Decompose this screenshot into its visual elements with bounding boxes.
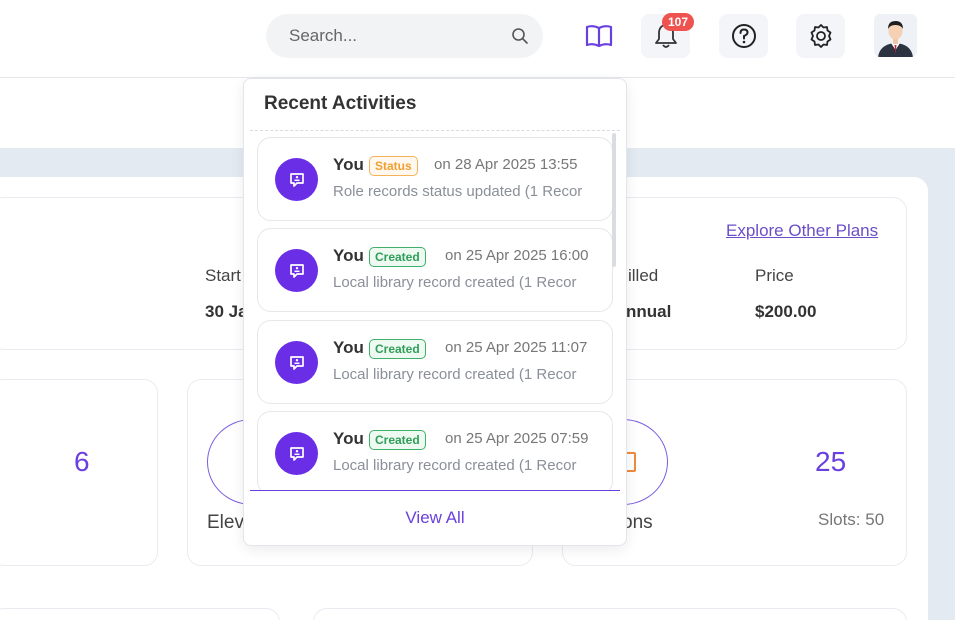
- settings-icon: [810, 24, 831, 48]
- activity-time: on 25 Apr 2025 16:00: [445, 247, 589, 264]
- activity-tag: Created: [369, 339, 426, 359]
- activity-icon: [275, 341, 318, 384]
- search-icon[interactable]: [511, 27, 529, 45]
- activity-time: on 28 Apr 2025 13:55: [434, 156, 578, 173]
- stat-card-3-value: 25: [815, 446, 847, 477]
- message-icon: [289, 172, 304, 187]
- stat-card-2-label: Elev: [207, 512, 244, 533]
- price-value: $200.00: [755, 302, 817, 321]
- user-avatar[interactable]: [874, 14, 917, 57]
- avatar-image: [874, 14, 917, 57]
- activity-description: Role records status updated (1 Recor: [333, 183, 583, 200]
- activity-description: Local library record created (1 Recor: [333, 274, 577, 291]
- activity-icon: [275, 249, 318, 292]
- activity-user: You: [333, 246, 364, 265]
- top-bar: 107: [0, 0, 955, 78]
- activity-user: You: [333, 155, 364, 174]
- activity-item[interactable]: You Created on 25 Apr 2025 07:59 Local l…: [257, 411, 613, 490]
- activity-icon: [275, 432, 318, 475]
- dropdown-title: Recent Activities: [264, 93, 417, 114]
- message-icon: [289, 263, 304, 278]
- explore-plans-link[interactable]: Explore Other Plans: [726, 221, 878, 241]
- activity-tag: Status: [369, 156, 418, 176]
- activity-tag: Created: [369, 247, 426, 267]
- help-icon: [731, 24, 756, 48]
- message-icon: [289, 446, 304, 461]
- scrollbar[interactable]: [612, 133, 616, 267]
- activity-user: You: [333, 429, 364, 448]
- bottom-card-1: [0, 608, 280, 620]
- message-icon: [289, 355, 304, 370]
- activity-description: Local library record created (1 Recor: [333, 366, 577, 383]
- activity-time: on 25 Apr 2025 11:07: [445, 339, 588, 356]
- settings-button[interactable]: [796, 14, 845, 58]
- price-label: Price: [755, 266, 794, 285]
- activity-item[interactable]: You Created on 25 Apr 2025 11:07 Local l…: [257, 320, 613, 404]
- activity-description: Local library record created (1 Recor: [333, 457, 577, 474]
- start-label: Start: [205, 266, 241, 285]
- recent-activities-dropdown: Recent Activities You Status on 28 Apr 2…: [243, 78, 627, 546]
- billed-value: nnual: [626, 302, 672, 321]
- bottom-card-2: [313, 608, 907, 620]
- search-input[interactable]: [289, 26, 489, 46]
- book-icon: [585, 25, 613, 48]
- divider: [250, 490, 620, 491]
- activity-item[interactable]: You Created on 25 Apr 2025 16:00 Local l…: [257, 228, 613, 312]
- notification-badge: 107: [662, 13, 695, 31]
- activity-time: on 25 Apr 2025 07:59: [445, 430, 589, 447]
- help-button[interactable]: [719, 14, 768, 58]
- activity-icon: [275, 158, 318, 201]
- start-value: 30 Ja: [205, 302, 248, 321]
- activity-list[interactable]: You Status on 28 Apr 2025 13:55 Role rec…: [244, 137, 628, 490]
- divider: [250, 130, 620, 131]
- stat-card-1-value: 6: [74, 446, 90, 477]
- activity-tag: Created: [369, 430, 426, 450]
- view-all-button[interactable]: View All: [244, 508, 626, 528]
- activity-item[interactable]: You Status on 28 Apr 2025 13:55 Role rec…: [257, 137, 613, 221]
- search-box[interactable]: [266, 14, 543, 58]
- stat-card-3-slots: Slots: 50: [818, 510, 885, 529]
- activity-user: You: [333, 338, 364, 357]
- billed-label: illed: [628, 266, 659, 285]
- book-button[interactable]: [580, 18, 618, 54]
